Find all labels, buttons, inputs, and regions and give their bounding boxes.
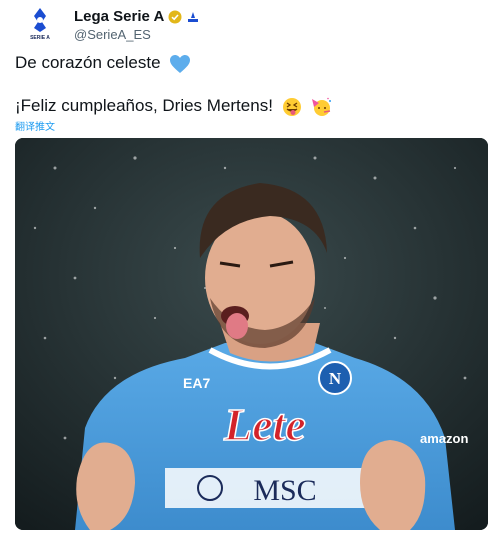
avatar[interactable]: SERIE A <box>22 6 58 42</box>
account-name-row: Lega Serie A <box>74 8 200 25</box>
jersey-sponsor-text: Lete <box>223 399 306 450</box>
logo-text: SERIE A <box>30 35 50 41</box>
jersey-brand-text: EA7 <box>183 375 210 391</box>
tweet-line-2-text: ¡Feliz cumpleaños, Dries Mertens! <box>15 96 273 115</box>
tweet-header: SERIE A Lega Serie A @SerieA_ES <box>18 6 488 46</box>
club-crest-letter: N <box>329 369 342 388</box>
blue-heart-icon <box>170 54 191 73</box>
tweet-line-2: ¡Feliz cumpleaños, Dries Mertens! <box>15 96 332 117</box>
sleeve-sponsor-text: MSC <box>253 474 316 507</box>
tweet-photo[interactable]: N EA7 Lete amazon MSC <box>15 138 488 530</box>
affiliate-badge-icon <box>188 11 199 22</box>
photo-illustration: N EA7 Lete amazon MSC <box>15 138 488 530</box>
account-handle[interactable]: @SerieA_ES <box>74 27 151 42</box>
squinting-tongue-face-icon <box>282 97 301 116</box>
tweet-line-1: De corazón celeste <box>15 53 191 74</box>
verified-badge-icon <box>168 10 182 23</box>
tweet-line-1-text: De corazón celeste <box>15 53 161 72</box>
translate-tweet-link[interactable]: 翻译推文 <box>15 118 55 133</box>
party-face-icon <box>312 97 332 116</box>
display-name[interactable]: Lega Serie A <box>74 8 164 25</box>
side-sponsor-text: amazon <box>420 431 468 446</box>
